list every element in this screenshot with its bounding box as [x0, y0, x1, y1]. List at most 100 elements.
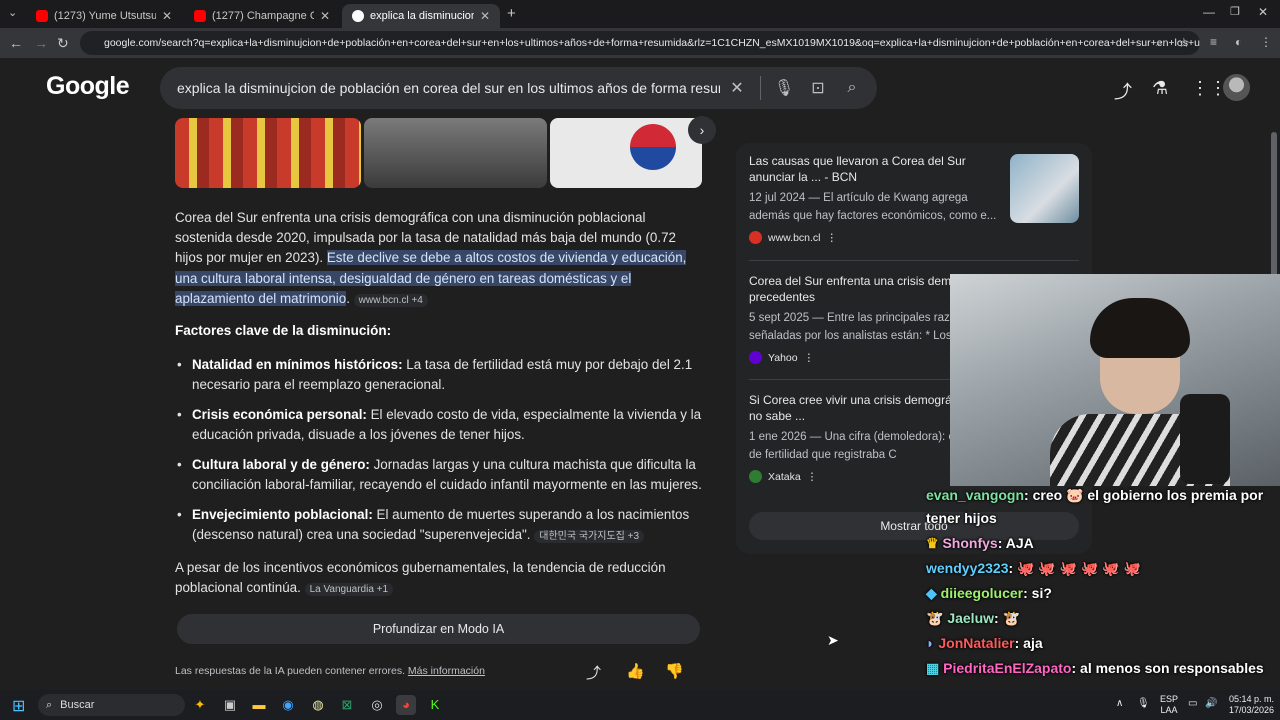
search-icon[interactable]: ⌕ [835, 79, 869, 97]
edge-icon[interactable]: ◉ [278, 695, 298, 715]
tab-title: (1277) Champagne Coast - You [212, 10, 314, 22]
clear-icon[interactable]: ✕ [720, 78, 754, 98]
search-input[interactable]: explica la disminujcion de población en … [177, 80, 720, 96]
close-icon[interactable]: ✕ [320, 9, 330, 23]
labs-icon[interactable]: ⚗ [1152, 78, 1168, 99]
more-options-icon[interactable]: ⋮ [804, 352, 815, 364]
profile-icon[interactable]: ◐ [1235, 35, 1242, 49]
chat-username: Shonfys [942, 535, 998, 551]
taskbar-search[interactable]: ⌕ Buscar [38, 694, 185, 716]
clock-date: 17/03/2026 [1228, 705, 1274, 715]
bookmark-star-icon[interactable]: ☆ [1178, 35, 1190, 51]
chat-message: wendyy2323: 🐙 🐙 🐙 🐙 🐙 🐙 [926, 560, 1141, 577]
webcam-overlay [950, 274, 1280, 486]
result-image-3[interactable] [550, 118, 702, 188]
search-box[interactable]: explica la disminujcion de población en … [160, 67, 877, 109]
ai-closing: A pesar de los incentivos económicos gub… [175, 558, 705, 600]
clock[interactable]: 05:14 p. m. 17/03/2026 [1224, 694, 1274, 716]
source-title[interactable]: Las causas que llevaron a Corea del Sur … [749, 154, 1004, 185]
citation-chip[interactable]: 대한민국 국가지도집 +3 [534, 530, 645, 544]
source-thumbnail[interactable] [1010, 154, 1079, 223]
close-icon[interactable]: ✕ [480, 9, 490, 23]
file-explorer-icon[interactable]: ▬ [249, 695, 269, 715]
chat-text: : creo 🐷 el gobierno los premia por [1024, 487, 1264, 503]
chat-message: ♛ Shonfys: AJA [926, 535, 1034, 552]
microphone-icon[interactable]: 🎙 [767, 78, 801, 98]
tab-youtube-2[interactable]: (1277) Champagne Coast - You ✕ [184, 4, 340, 28]
share-icon[interactable]: ⤴ [1114, 78, 1132, 104]
back-icon[interactable]: ← [9, 35, 23, 51]
chrome-icon[interactable]: ◕ [396, 695, 416, 715]
taskbar-search-label: Buscar [60, 699, 95, 711]
thumbs-up-icon[interactable]: 👍 [626, 662, 645, 680]
language-indicator[interactable]: ESP LAA [1160, 694, 1178, 716]
lang-code: ESP [1160, 694, 1179, 704]
bullet-title: Crisis económica personal: [192, 407, 367, 422]
badge-icon: ▦ [926, 660, 944, 676]
result-image-2[interactable] [364, 118, 547, 188]
forward-icon[interactable]: → [34, 35, 48, 51]
more-options-icon[interactable]: ⋮ [827, 232, 838, 244]
chat-text: : 🐮 [994, 610, 1021, 626]
thumbs-down-icon[interactable]: 👎 [665, 662, 684, 680]
badge-icon: ◗ [926, 635, 939, 651]
more-options-icon[interactable]: ⋮ [807, 471, 818, 483]
app-icon[interactable]: ◍ [308, 695, 328, 715]
chat-username: wendyy2323 [926, 560, 1009, 576]
close-icon[interactable]: ✕ [162, 9, 172, 23]
chat-username: JonNatalier [938, 635, 1015, 651]
network-icon[interactable]: ▭ [1188, 698, 1197, 709]
korean-flag-image [630, 124, 676, 170]
maximize-icon[interactable]: ❐ [1230, 5, 1240, 18]
ai-intro: Corea del Sur enfrenta una crisis demogr… [175, 210, 687, 307]
chat-text: : AJA [997, 535, 1034, 551]
chevron-up-icon[interactable]: ∧ [1116, 698, 1123, 709]
share-icon[interactable]: ⤴ [586, 662, 601, 683]
chat-username: PiedritaEnElZapato [943, 660, 1072, 676]
google-logo[interactable]: Google [46, 72, 130, 101]
close-window-icon[interactable]: ✕ [1258, 5, 1268, 19]
windows-start-icon[interactable]: ⊞ [12, 696, 25, 716]
zoom-icon[interactable]: ⌕ [1156, 35, 1163, 50]
citation-chip[interactable]: La Vanguardia +1 [304, 583, 394, 597]
new-tab-icon[interactable]: + [507, 5, 516, 22]
chat-text: : al menos son responsables [1071, 660, 1264, 676]
list-item: Natalidad en mínimos históricos: La tasa… [177, 355, 707, 395]
volume-icon[interactable]: 🔊 [1205, 698, 1217, 709]
source-card[interactable]: Las causas que llevaron a Corea del Sur … [749, 154, 1004, 244]
address-bar: ← → ↻ google.com/search?q=explica+la+dis… [0, 28, 1280, 58]
yahoo-icon [749, 351, 762, 364]
chat-message: ◗ JonNatalier: aja [926, 635, 1043, 651]
crown-badge-icon: ♛ [926, 535, 943, 551]
result-image-1[interactable] [175, 118, 361, 188]
bullet-title: Natalidad en mínimos históricos: [192, 357, 403, 372]
reload-icon[interactable]: ↻ [57, 35, 69, 52]
lens-icon[interactable]: ⊡ [801, 78, 835, 98]
menu-icon[interactable]: ⋮ [1260, 35, 1272, 49]
kick-icon[interactable]: K [425, 695, 445, 715]
media-icon[interactable]: ≡ [1210, 35, 1217, 49]
excel-icon[interactable]: ⊠ [337, 695, 357, 715]
citation-chip[interactable]: www.bcn.cl +4 [353, 293, 428, 307]
source-site-name: Yahoo [768, 351, 798, 364]
deep-dive-button[interactable]: Profundizar en Modo IA [177, 614, 700, 644]
divider [749, 260, 1079, 261]
tab-search-icon[interactable]: ⌄ [8, 6, 17, 19]
chat-message: 🐮 Jaeluw: 🐮 [926, 610, 1020, 627]
chevron-right-icon[interactable]: › [688, 116, 716, 144]
more-info-link[interactable]: Más información [408, 665, 485, 677]
tab-google-search[interactable]: explica la disminucion de pobl ✕ [342, 4, 500, 28]
store-icon[interactable]: ▣ [220, 695, 240, 715]
xataka-icon [749, 470, 762, 483]
avatar[interactable] [1223, 74, 1250, 101]
microphone-image [1180, 394, 1230, 484]
url-field[interactable]: google.com/search?q=explica+la+disminujc… [80, 31, 1200, 55]
obs-icon[interactable]: ◎ [367, 695, 387, 715]
apps-grid-icon[interactable]: ⋮⋮ [1191, 78, 1227, 99]
microphone-tray-icon[interactable]: 🎙 [1137, 698, 1150, 709]
copilot-icon[interactable]: ✦ [190, 695, 210, 715]
minimize-icon[interactable]: — [1203, 5, 1215, 19]
disclaimer-text: Las respuestas de la IA pueden contener … [175, 665, 405, 677]
divider [760, 76, 761, 100]
tab-youtube-1[interactable]: (1273) Yume Utsutsu - YouTube ✕ [26, 4, 182, 28]
